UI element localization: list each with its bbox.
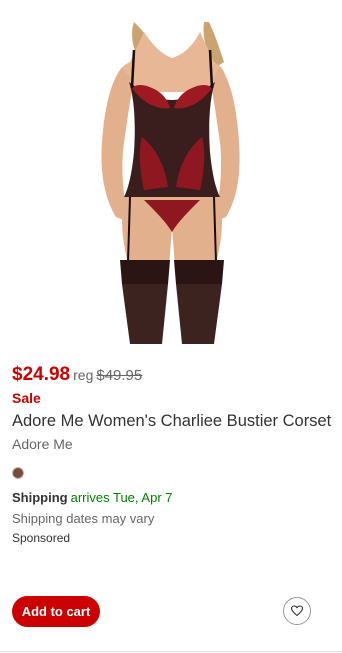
product-image[interactable] [74, 22, 270, 344]
regular-price-prefix: reg [73, 367, 94, 383]
heart-icon [291, 605, 303, 617]
product-title[interactable]: Adore Me Women's Charliee Bustier Corset [12, 412, 331, 431]
sale-label: Sale [12, 390, 41, 406]
divider [0, 651, 342, 652]
shipping-arrival: arrives Tue, Apr 7 [70, 490, 173, 505]
favorite-button[interactable] [283, 597, 311, 625]
price-row: $24.98 reg $49.95 [12, 364, 142, 386]
add-to-cart-button[interactable]: Add to cart [12, 596, 100, 627]
shipping-info: Shipping arrives Tue, Apr 7 [12, 490, 173, 505]
sponsored-label: Sponsored [12, 531, 71, 545]
color-swatch[interactable] [13, 468, 23, 478]
shipping-label: Shipping [12, 490, 68, 505]
product-brand[interactable]: Adore Me [12, 436, 73, 452]
product-card: $24.98 reg $49.95 Sale Adore Me Women's Ch… [0, 0, 342, 653]
regular-price: $49.95 [96, 367, 143, 384]
sale-price: $24.98 [12, 364, 71, 385]
shipping-note: Shipping dates may vary [12, 511, 155, 526]
